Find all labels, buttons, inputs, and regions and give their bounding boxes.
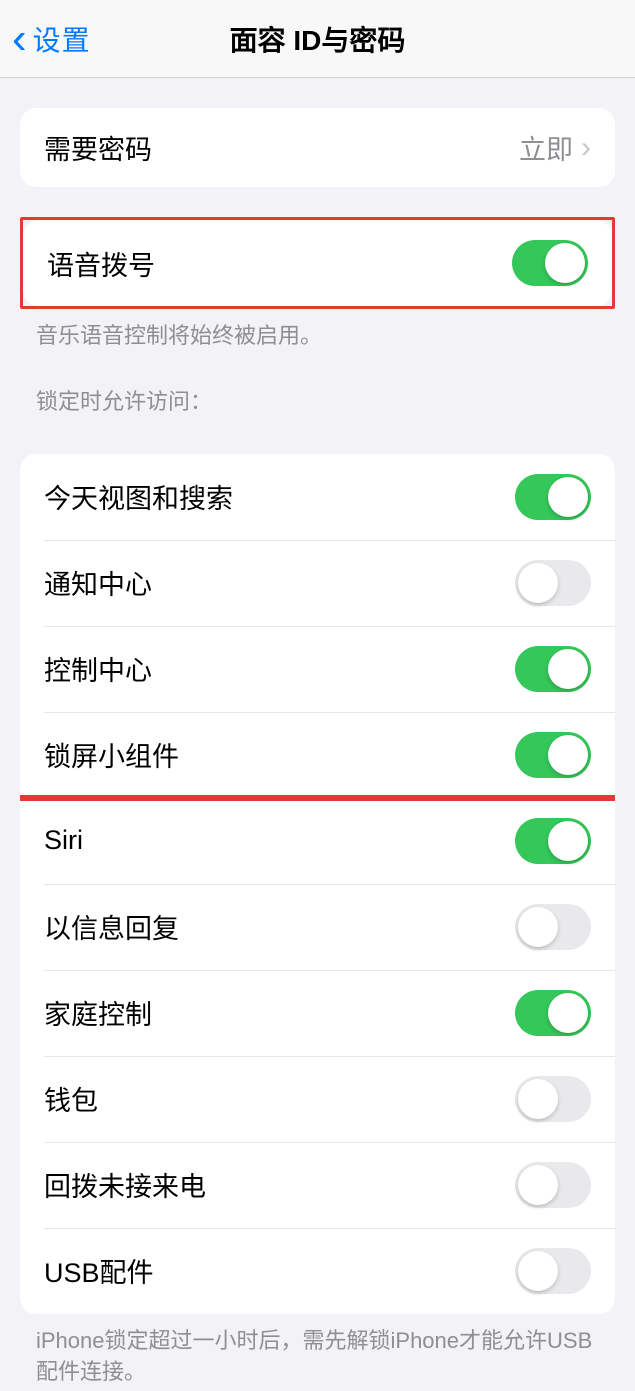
lock-access-item-label: 锁屏小组件 xyxy=(44,735,179,774)
chevron-right-icon: › xyxy=(581,131,591,165)
lock-access-item-label: 钱包 xyxy=(44,1079,98,1118)
voice-dial-toggle[interactable] xyxy=(512,240,588,286)
chevron-left-icon: ‹ xyxy=(12,17,27,61)
lock-access-toggle[interactable] xyxy=(515,990,591,1036)
require-passcode-label: 需要密码 xyxy=(44,128,152,167)
lock-access-row: 钱包 xyxy=(44,1056,615,1142)
require-passcode-value: 立即 xyxy=(519,128,573,167)
lock-access-row: 今天视图和搜索 xyxy=(20,454,615,540)
lock-access-item-label: USB配件 xyxy=(44,1251,154,1290)
toggle-knob xyxy=(548,735,588,775)
lock-access-item-label: Siri xyxy=(44,825,83,856)
lock-access-toggle[interactable] xyxy=(515,1162,591,1208)
lock-access-toggle[interactable] xyxy=(515,904,591,950)
lock-access-toggle[interactable] xyxy=(515,646,591,692)
lock-access-group: 今天视图和搜索通知中心控制中心锁屏小组件 Siri 以信息回复家庭控制钱包回拨未接来… xyxy=(20,454,615,1314)
lock-access-toggle[interactable] xyxy=(515,1076,591,1122)
lock-access-header: 锁定时允许访问： xyxy=(0,356,635,424)
toggle-knob xyxy=(545,243,585,283)
voice-dial-row: 语音拨号 xyxy=(23,220,612,306)
toggle-knob xyxy=(518,1251,558,1291)
toggle-knob xyxy=(518,563,558,603)
back-label: 设置 xyxy=(33,19,91,59)
lock-access-item-label: 控制中心 xyxy=(44,649,152,688)
lock-access-row: 通知中心 xyxy=(44,540,615,626)
lock-access-row: 回拨未接来电 xyxy=(44,1142,615,1228)
lock-access-row: Siri xyxy=(44,798,615,884)
lock-access-toggle[interactable] xyxy=(515,818,591,864)
lock-access-item-label: 今天视图和搜索 xyxy=(44,477,233,516)
page-title: 面容 ID与密码 xyxy=(230,19,406,59)
toggle-knob xyxy=(518,1079,558,1119)
lock-access-item-label: 家庭控制 xyxy=(44,993,152,1032)
toggle-knob xyxy=(548,993,588,1033)
lock-access-row: 锁屏小组件 xyxy=(44,712,615,798)
lock-access-item-label: 通知中心 xyxy=(44,563,152,602)
lock-access-row: USB配件 xyxy=(44,1228,615,1314)
lock-access-toggle[interactable] xyxy=(515,474,591,520)
lock-access-toggle[interactable] xyxy=(515,560,591,606)
toggle-knob xyxy=(548,477,588,517)
toggle-knob xyxy=(548,821,588,861)
nav-bar: ‹ 设置 面容 ID与密码 xyxy=(0,0,635,78)
lock-access-row: 家庭控制 xyxy=(44,970,615,1056)
back-button[interactable]: ‹ 设置 xyxy=(0,17,91,61)
require-passcode-row[interactable]: 需要密码 立即 › xyxy=(20,108,615,187)
lock-access-toggle[interactable] xyxy=(515,1248,591,1294)
require-passcode-group: 需要密码 立即 › xyxy=(20,108,615,187)
lock-access-row: 以信息回复 xyxy=(44,884,615,970)
row-right: 立即 › xyxy=(519,128,591,167)
voice-dial-label: 语音拨号 xyxy=(47,244,155,283)
lock-access-item-label: 以信息回复 xyxy=(44,907,179,946)
toggle-knob xyxy=(548,649,588,689)
voice-dial-footer: 音乐语音控制将始终被启用。 xyxy=(0,309,635,356)
highlight-voice-dial: 语音拨号 xyxy=(20,217,615,309)
lock-access-toggle[interactable] xyxy=(515,732,591,778)
lock-access-row: 控制中心 xyxy=(44,626,615,712)
toggle-knob xyxy=(518,907,558,947)
toggle-knob xyxy=(518,1165,558,1205)
lock-access-footer: iPhone锁定超过一小时后，需先解锁iPhone才能允许USB配件连接。 xyxy=(0,1314,635,1391)
lock-access-item-label: 回拨未接来电 xyxy=(44,1165,206,1204)
